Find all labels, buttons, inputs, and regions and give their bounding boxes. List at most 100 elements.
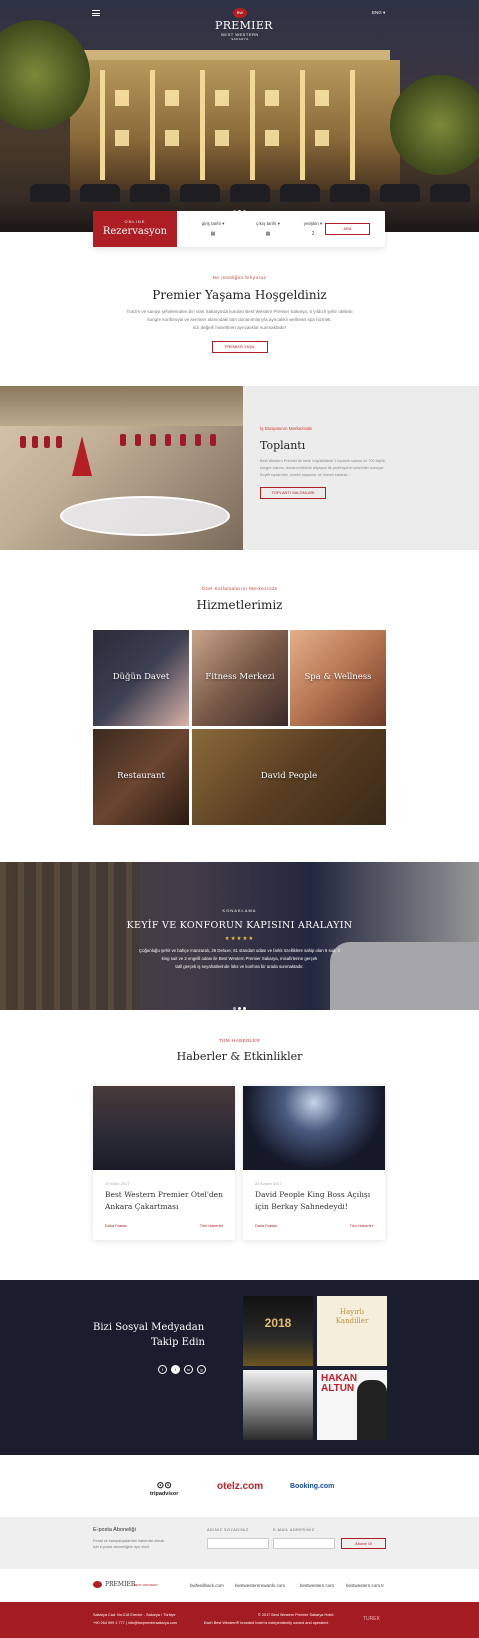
calendar-icon: ▦ xyxy=(265,231,271,237)
agency-credit[interactable]: TUREK xyxy=(363,1616,380,1622)
slider-dot[interactable] xyxy=(238,1007,241,1010)
post-photo xyxy=(357,1380,387,1440)
logo-badge: BW xyxy=(233,8,247,18)
guests-label: yetişkin ▾ xyxy=(303,221,323,226)
checkout-field[interactable]: çıkış tarihi ▾ ▦ xyxy=(243,221,293,237)
news-card[interactable]: 23 Kasım 2017 David People King Boss Açı… xyxy=(243,1086,385,1240)
tripadvisor-logo[interactable]: ⊙⊙ tripadvisor xyxy=(150,1480,178,1497)
banner-text-3: tatil gerçek iş seyahatlerinde lüks ve k… xyxy=(175,964,304,969)
facebook-icon[interactable]: f xyxy=(158,1365,167,1374)
service-label: Düğün Davet xyxy=(112,672,170,682)
social-post[interactable]: 2018 xyxy=(243,1296,313,1366)
google-icon[interactable]: g xyxy=(197,1365,206,1374)
email-label: E-MAIL ADRESİNİZ xyxy=(273,1528,315,1532)
newsletter-section: E-posta Aboneliği Fırsat ve kampanyalard… xyxy=(0,1517,479,1569)
news-all-link[interactable]: Tüm Haberler xyxy=(350,1224,373,1228)
footer-copyright: © 2017 Best Western Premier Sakarya Hote… xyxy=(258,1613,335,1617)
welcome-button[interactable]: PREMIER YAŞA xyxy=(211,341,268,353)
chair xyxy=(165,434,171,446)
reservation-title: Rezervasyon xyxy=(102,226,168,237)
footer-link[interactable]: bwfeedback.com xyxy=(190,1583,224,1588)
meeting-button[interactable]: TOPLANTI SALONLARI xyxy=(260,487,326,499)
window-light xyxy=(315,90,329,106)
news-more-link[interactable]: Daha Fazlası xyxy=(105,1224,127,1228)
newsletter-text-2: için e-posta aboneliğine üye olun! xyxy=(93,1545,150,1549)
footer-link[interactable]: bestwestern.com xyxy=(300,1583,334,1588)
social-section: Bizi Sosyal Medyadan Takip Edin f t in g… xyxy=(0,1280,479,1455)
window-light xyxy=(165,130,179,146)
logo-sub2: SAKARYA xyxy=(231,37,249,41)
service-label: Spa & Wellness xyxy=(304,672,372,682)
news-date: 23 Kasım 2017 xyxy=(255,1181,282,1186)
footer-contact[interactable]: +90 264 999 1 777 | info@bwpremiersakary… xyxy=(93,1620,177,1626)
social-post[interactable]: Hayırlı Kandiller xyxy=(317,1296,387,1366)
otelz-logo[interactable]: otelz.com xyxy=(217,1481,263,1492)
news-title[interactable]: David People King Boss Açılışı için Berk… xyxy=(255,1189,373,1213)
checkin-field[interactable]: giriş tarihi ▾ ▦ xyxy=(188,221,238,237)
chair xyxy=(120,434,126,446)
meeting-content: İş Dünyasının Merkezinde Toplantı Best W… xyxy=(260,426,460,499)
service-tile-wedding[interactable]: Düğün Davet xyxy=(93,630,189,726)
welcome-kicker: Ne istediğini biliyoruz xyxy=(212,275,267,280)
chair xyxy=(150,434,156,446)
meeting-text-2: kongre salonu, donanım/teknik altyapısı … xyxy=(260,466,385,470)
bottom-bar: Sakarya Cad. No:218 Erenler - Sakarya / … xyxy=(0,1602,479,1638)
service-tile-david-people[interactable]: David People xyxy=(192,729,386,825)
chair xyxy=(180,434,186,446)
footer-brand-sub: BEST WESTERN xyxy=(134,1583,158,1587)
window-light xyxy=(115,130,129,146)
service-tile-fitness[interactable]: Fitness Merkezi xyxy=(192,630,288,726)
news-all-link[interactable]: Tüm Haberler xyxy=(200,1224,223,1228)
social-post[interactable] xyxy=(243,1370,313,1440)
chair xyxy=(20,436,26,448)
chair xyxy=(56,436,62,448)
social-title-1: Bizi Sosyal Medyadan xyxy=(93,1322,205,1333)
chair xyxy=(195,434,201,446)
building-column xyxy=(200,70,205,180)
news-title[interactable]: Best Western Premier Otel'den Ankara Çak… xyxy=(105,1189,223,1213)
welcome-text-1: Turizm ve sanayi şehirlerinden biri olan… xyxy=(126,309,353,314)
hero-section: BW PREMIER BEST WESTERN SAKARYA ENG ▾ xyxy=(0,0,479,232)
footer-links: PREMIER BEST WESTERN bwfeedback.com best… xyxy=(0,1569,479,1602)
slider-dot[interactable] xyxy=(233,1007,236,1010)
accommodation-banner: KONAKLAMA KEYİF VE KONFORUN KAPISINI ARA… xyxy=(0,862,479,1010)
building-column xyxy=(100,70,105,180)
slider-dot[interactable] xyxy=(243,1007,246,1010)
chair xyxy=(32,436,38,448)
welcome-text-3: sizi değerli hissettiren ayrıcalıklar su… xyxy=(192,325,287,330)
footer-brand[interactable]: PREMIER xyxy=(105,1581,135,1588)
linkedin-icon[interactable]: in xyxy=(184,1365,193,1374)
banner-stars: ★★★★★ xyxy=(224,936,255,942)
search-button[interactable]: ARA xyxy=(325,223,370,235)
subscribe-button[interactable]: Abone Ol xyxy=(341,1538,386,1549)
hamburger-menu-icon[interactable] xyxy=(92,10,100,16)
post-year: 2018 xyxy=(264,1316,292,1330)
social-post[interactable]: HAKAN ALTUN xyxy=(317,1370,387,1440)
footer-link[interactable]: bestwestern.com.tr xyxy=(346,1583,384,1588)
news-card[interactable]: 15 Ekim 2017 Best Western Premier Otel'd… xyxy=(93,1086,235,1240)
name-label: ADINIZ SOYADINIZ xyxy=(207,1528,249,1532)
booking-logo[interactable]: Booking.com xyxy=(290,1483,334,1490)
meeting-text-3: Keyifli toplantılar, sürekli başarılar v… xyxy=(260,473,351,477)
banner-slider-dots xyxy=(0,997,479,1010)
logo-name: PREMIER xyxy=(215,19,273,32)
service-label: Fitness Merkezi xyxy=(205,672,275,682)
name-input[interactable] xyxy=(207,1538,269,1549)
post-name-line-2: ALTUN xyxy=(321,1383,355,1394)
window-light xyxy=(315,130,329,146)
banner-title: KEYİF VE KONFORUN KAPISINI ARALAYIN xyxy=(126,920,353,931)
window-light xyxy=(115,90,129,106)
service-tile-spa[interactable]: Spa & Wellness xyxy=(290,630,386,726)
news-more-link[interactable]: Daha Fazlası xyxy=(255,1224,277,1228)
footer-disclaimer: Each Best Western® branded hotel is inde… xyxy=(204,1621,329,1625)
footer-logo-badge xyxy=(93,1581,102,1588)
email-input[interactable] xyxy=(273,1538,335,1549)
service-label: David People xyxy=(260,771,318,781)
twitter-icon[interactable]: t xyxy=(171,1365,180,1374)
newsletter-title: E-posta Aboneliği xyxy=(93,1527,136,1533)
language-selector[interactable]: ENG ▾ xyxy=(372,10,385,16)
site-logo[interactable]: BW PREMIER BEST WESTERN SAKARYA xyxy=(215,8,273,41)
footer-link[interactable]: bestwesternrewards.com xyxy=(235,1583,285,1588)
welcome-section: Ne istediğini biliyoruz Premier Yaşama H… xyxy=(0,275,479,353)
service-tile-restaurant[interactable]: Restaurant xyxy=(93,729,189,825)
